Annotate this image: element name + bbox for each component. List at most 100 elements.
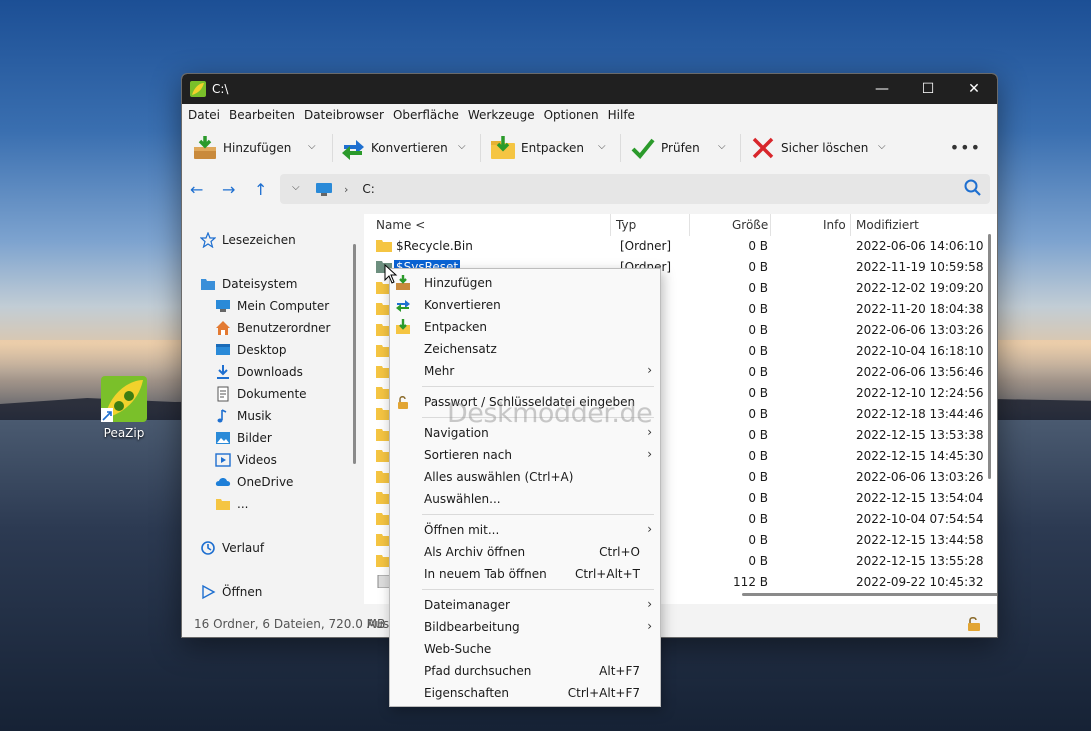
column-divider[interactable] (689, 214, 690, 236)
column-divider[interactable] (850, 214, 851, 236)
ctx-web-search[interactable]: Web-Suche (390, 638, 660, 660)
ctx-label: Pfad durchsuchen (424, 664, 532, 678)
peazip-icon (99, 374, 149, 424)
chevron-down-icon[interactable]: ⌵ (598, 141, 606, 152)
up-arrow-icon[interactable]: ↑ (254, 180, 267, 199)
back-arrow-icon[interactable]: ← (190, 180, 203, 199)
sidebar-item-bookmarks[interactable]: Lesezeichen (200, 232, 296, 248)
file-size: 0 B (748, 533, 768, 547)
file-list-scrollbar[interactable] (988, 234, 991, 479)
ctx-add[interactable]: Hinzufügen (390, 272, 660, 294)
title-bar[interactable]: C:\ — ☐ ✕ (182, 74, 997, 104)
column-divider[interactable] (770, 214, 771, 236)
sidebar-item-filesystem[interactable]: Dateisystem (200, 276, 297, 292)
sidebar-label: Verlauf (222, 541, 265, 555)
menu-bearbeiten[interactable]: Bearbeiten (229, 108, 295, 122)
ctx-label: Bildbearbeitung (424, 620, 520, 634)
sidebar-item-onedrive[interactable]: OneDrive (215, 474, 293, 490)
file-size: 0 B (748, 491, 768, 505)
file-type: [Ordner] (620, 239, 672, 253)
address-field[interactable]: ⌵ › C: (280, 174, 990, 204)
sidebar-item-history[interactable]: Verlauf (200, 540, 264, 556)
extract-button[interactable]: Entpacken ⌵ (490, 130, 606, 166)
menu-datei[interactable]: Datei (188, 108, 220, 122)
sidebar-item-pictures[interactable]: Bilder (215, 430, 272, 446)
add-button[interactable]: Hinzufügen ⌵ (192, 130, 316, 166)
secure-delete-button[interactable]: Sicher löschen ⌵ (750, 130, 886, 166)
add-label: Hinzufügen (223, 141, 292, 155)
desktop-shortcut-peazip[interactable]: PeaZip (96, 374, 152, 440)
minimize-button[interactable]: — (859, 74, 905, 104)
ctx-label: Mehr (424, 364, 455, 378)
menu-optionen[interactable]: Optionen (544, 108, 599, 122)
ctx-select[interactable]: Auswählen... (390, 488, 660, 510)
menu-dateibrowser[interactable]: Dateibrowser (304, 108, 384, 122)
table-row[interactable]: $Recycle.Bin [Ordner] 0 B 2022-06-06 14:06:… (364, 236, 984, 257)
sidebar-item-videos[interactable]: Videos (215, 452, 277, 468)
sidebar-item-open[interactable]: Öffnen (200, 584, 262, 600)
sidebar-label: Bilder (237, 431, 272, 445)
submenu-arrow-icon: › (647, 363, 652, 377)
sidebar-item-more[interactable]: ... (215, 496, 248, 512)
sidebar-scrollbar[interactable] (353, 244, 356, 464)
ctx-open-with[interactable]: Öffnen mit... › (390, 519, 660, 541)
ctx-more[interactable]: Mehr › (390, 360, 660, 382)
chevron-down-icon[interactable]: ⌵ (458, 141, 466, 152)
ctx-sort-by[interactable]: Sortieren nach › (390, 444, 660, 466)
ctx-search-path[interactable]: Pfad durchsuchen Alt+F7 (390, 660, 660, 682)
toolbar-divider (332, 134, 333, 162)
col-modified[interactable]: Modifiziert (856, 218, 919, 232)
ctx-open-as-archive[interactable]: Als Archiv öffnen Ctrl+O (390, 541, 660, 563)
mouse-cursor-icon (384, 264, 398, 284)
ctx-convert[interactable]: Konvertieren (390, 294, 660, 316)
ctx-file-manager[interactable]: Dateimanager › (390, 594, 660, 616)
test-button[interactable]: Prüfen ⌵ (630, 130, 726, 166)
history-dropdown-icon[interactable]: ⌵ (292, 182, 300, 193)
sidebar-item-user-folder[interactable]: Benutzerordner (215, 320, 331, 336)
convert-button[interactable]: Konvertieren ⌵ (340, 130, 466, 166)
menu-oberflaeche[interactable]: Oberfläche (393, 108, 459, 122)
col-info[interactable]: Info (823, 218, 846, 232)
file-list-hscrollbar[interactable] (742, 593, 997, 596)
file-modified: 2022-11-19 10:59:58 (856, 260, 984, 274)
col-size[interactable]: Größe (732, 218, 768, 232)
sidebar-label: Benutzerordner (237, 321, 331, 335)
file-name: $Recycle.Bin (396, 239, 473, 253)
ctx-extract[interactable]: Entpacken (390, 316, 660, 338)
sidebar-item-documents[interactable]: Dokumente (215, 386, 307, 402)
ctx-image-edit[interactable]: Bildbearbeitung › (390, 616, 660, 638)
menu-hilfe[interactable]: Hilfe (608, 108, 635, 122)
chevron-down-icon[interactable]: ⌵ (718, 141, 726, 152)
search-icon[interactable] (964, 179, 982, 197)
ctx-shortcut: Ctrl+Alt+F7 (567, 686, 640, 700)
col-type[interactable]: Typ (616, 218, 636, 232)
chevron-down-icon[interactable]: ⌵ (878, 141, 886, 152)
sidebar-item-desktop[interactable]: Desktop (215, 342, 287, 358)
ctx-select-all[interactable]: Alles auswählen (Ctrl+A) (390, 466, 660, 488)
menu-werkzeuge[interactable]: Werkzeuge (468, 108, 535, 122)
ctx-label: Web-Suche (424, 642, 492, 656)
peazip-app-icon (190, 81, 206, 97)
delete-x-icon (752, 137, 774, 159)
more-options-icon[interactable]: ••• (950, 138, 981, 157)
unlock-icon[interactable] (967, 616, 981, 632)
ctx-label: Alles auswählen (Ctrl+A) (424, 470, 574, 484)
close-button[interactable]: ✕ (951, 74, 997, 104)
col-name[interactable]: Name < (376, 218, 425, 232)
ctx-properties[interactable]: Eigenschaften Ctrl+Alt+F7 (390, 682, 660, 704)
sidebar-item-downloads[interactable]: Downloads (215, 364, 303, 380)
column-divider[interactable] (610, 214, 611, 236)
maximize-button[interactable]: ☐ (905, 74, 951, 104)
file-size: 0 B (748, 239, 768, 253)
sidebar-item-my-computer[interactable]: Mein Computer (215, 298, 329, 314)
sidebar-item-music[interactable]: Musik (215, 408, 272, 424)
convert-icon (396, 300, 410, 312)
forward-arrow-icon[interactable]: → (222, 180, 235, 199)
chevron-down-icon[interactable]: ⌵ (308, 141, 316, 152)
ctx-charset[interactable]: Zeichensatz (390, 338, 660, 360)
picture-icon (216, 432, 230, 444)
ctx-open-new-tab[interactable]: In neuem Tab öffnen Ctrl+Alt+T (390, 563, 660, 585)
ctx-label: Hinzufügen (424, 276, 493, 290)
file-size: 0 B (748, 470, 768, 484)
checkmark-icon (631, 138, 655, 159)
